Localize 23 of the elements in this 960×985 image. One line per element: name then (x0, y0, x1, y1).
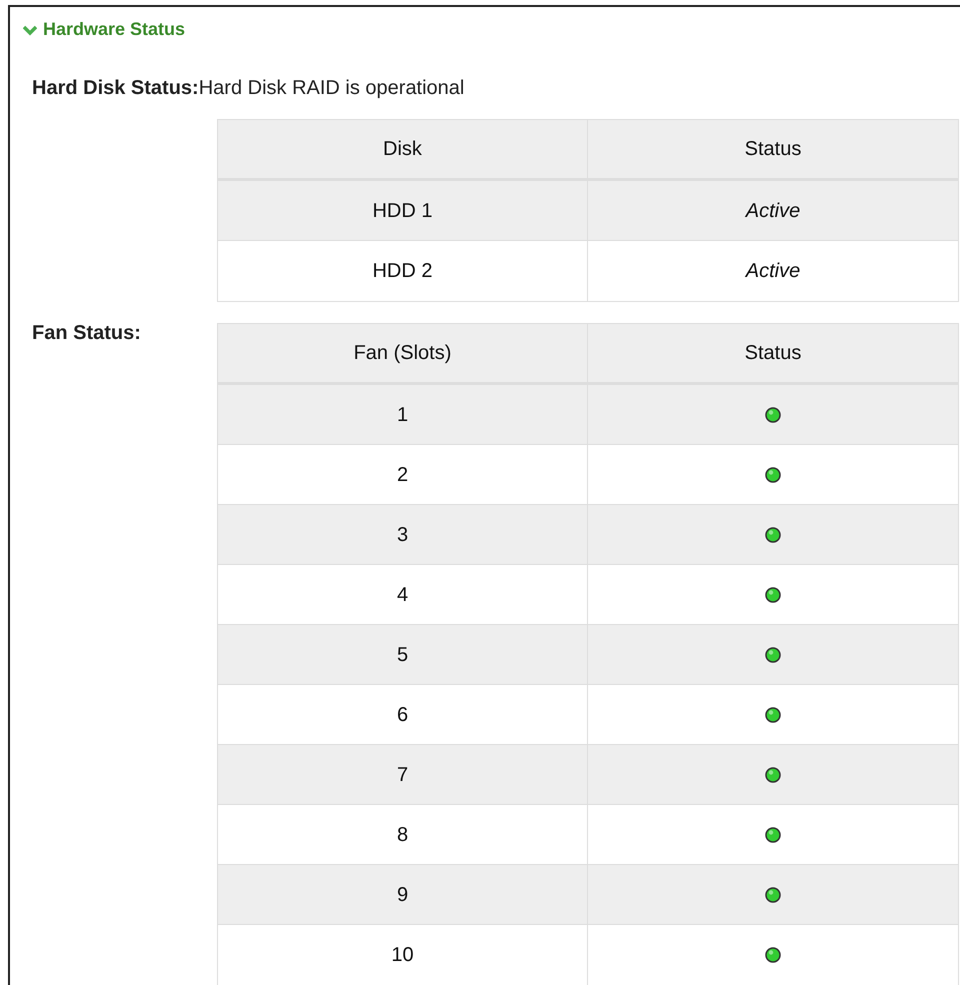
field-value: Hard Disk RAID is operational (198, 76, 464, 101)
column-header: Fan (Slots) (218, 324, 588, 382)
table-cell-text: 7 (396, 762, 408, 788)
table-cell-text: 1 (396, 402, 408, 428)
table-cell-text: 3 (396, 522, 408, 548)
section-title: Hardware Status (43, 18, 186, 41)
table-cell-text: 8 (396, 822, 408, 848)
table-cell-text: 9 (396, 882, 408, 908)
table-cell-text: Active (746, 259, 800, 284)
table-cell-text: HDD 2 (372, 259, 432, 284)
table-cell-text: HDD 1 (372, 198, 432, 224)
table-cell-text: 2 (396, 462, 408, 488)
column-header: Status (744, 137, 802, 162)
chevron-icon[interactable] (23, 24, 37, 36)
table-cell-text: 6 (396, 702, 408, 728)
column-header: Disk (218, 120, 588, 178)
field-label: Hard Disk Status: (32, 76, 199, 101)
table-cell-text: 10 (391, 943, 414, 968)
column-header: Status (744, 341, 802, 366)
table-cell-text: 5 (396, 642, 408, 668)
field-label: Fan Status: (32, 321, 142, 346)
table-cell-text: 4 (396, 582, 408, 608)
table-cell-text: Active (746, 198, 800, 224)
